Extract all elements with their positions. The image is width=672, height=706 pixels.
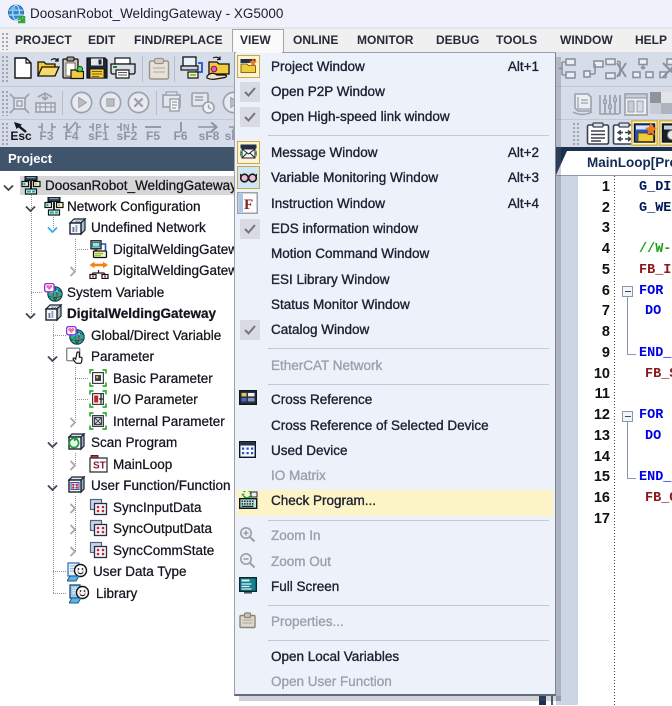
svg-text:ST: ST	[93, 461, 106, 472]
svg-text:ooo: ooo	[51, 305, 58, 310]
svg-text:ooo: ooo	[75, 219, 82, 224]
svg-text:F: F	[244, 197, 253, 213]
